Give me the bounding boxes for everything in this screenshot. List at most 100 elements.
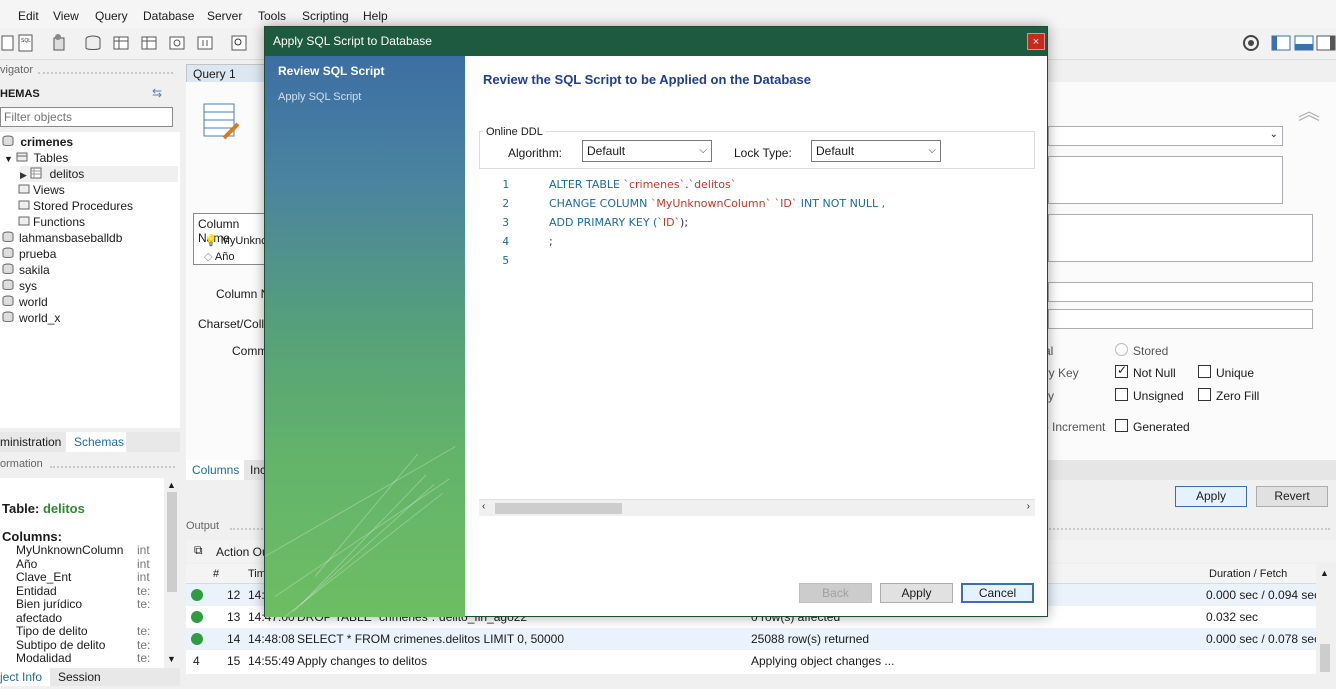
tab-administration[interactable]: ministration: [0, 435, 61, 449]
scroll-up-icon[interactable]: ▲: [167, 480, 176, 490]
tab-label: Query 1: [193, 67, 236, 81]
scroll-down-icon[interactable]: ▼: [167, 654, 176, 664]
close-icon[interactable]: ×: [1027, 33, 1045, 50]
database-icon: [2, 279, 14, 291]
tab-session[interactable]: Session: [58, 670, 101, 684]
information-title: ormation: [0, 458, 43, 470]
schema-tree: crimenes ▼ Tables ▶ delitos Views Stored…: [0, 132, 180, 428]
menu-scripting[interactable]: Scripting: [302, 9, 349, 23]
scroll-up-icon[interactable]: ▲: [1320, 568, 1329, 578]
tab-query-1[interactable]: Query 1: [186, 64, 266, 82]
lock-type-select[interactable]: Default ⌵: [811, 140, 941, 162]
column-name-field[interactable]: [1048, 282, 1313, 302]
menu-database[interactable]: Database: [143, 9, 194, 23]
filter-objects-input[interactable]: [0, 107, 173, 127]
tree-schema-crimenes[interactable]: crimenes: [2, 134, 73, 150]
tab-object-info[interactable]: ject Info: [0, 668, 50, 686]
tree-schema-sys[interactable]: sys: [2, 278, 37, 294]
generated-checkbox[interactable]: [1115, 419, 1128, 432]
columns-grid[interactable]: [1048, 214, 1313, 262]
toggle-sidebar-icon[interactable]: [1271, 33, 1291, 53]
row-message: Applying object changes ...: [751, 654, 895, 668]
expand-down-icon[interactable]: ▼: [4, 154, 13, 164]
chevron-down-icon: ⌵: [699, 145, 707, 156]
algorithm-select[interactable]: Default ⌵: [582, 140, 712, 162]
tree-table-delitos[interactable]: ▶ delitos: [20, 166, 178, 182]
info-columns-list: MyUnknownColumn int Año int Clave_Ent int E…: [16, 543, 164, 666]
sql-horizontal-scrollbar[interactable]: ‹ ›: [479, 499, 1035, 516]
tree-folder-tables[interactable]: ▼ Tables: [4, 150, 68, 166]
row-number: 12: [227, 588, 241, 602]
not-null-checkbox[interactable]: ✓: [1115, 363, 1128, 378]
revert-button[interactable]: Revert: [1256, 486, 1328, 507]
success-icon: [191, 589, 203, 601]
tree-schema-world[interactable]: world: [2, 294, 48, 310]
collapse-icon[interactable]: ︽: [1298, 94, 1320, 126]
info-table-heading: Table: delitos: [2, 501, 85, 516]
tab-columns[interactable]: Columns: [186, 460, 244, 480]
tree-folder-functions[interactable]: Functions: [18, 214, 85, 230]
scroll-thumb[interactable]: [1320, 644, 1330, 672]
folder-views-icon: [18, 183, 30, 195]
zero-fill-checkbox[interactable]: [1198, 388, 1211, 401]
tree-schema-prueba[interactable]: prueba: [2, 246, 56, 262]
column-row[interactable]: ◇ Año: [204, 250, 235, 263]
output-type-select[interactable]: Action Ou: [216, 545, 269, 559]
refresh-icon[interactable]: ⇆: [152, 86, 166, 100]
database-icon: [2, 263, 14, 275]
scroll-thumb[interactable]: [167, 492, 177, 592]
tab-schemas[interactable]: Schemas: [66, 432, 126, 452]
cancel-button[interactable]: Cancel: [961, 583, 1034, 603]
create-schema-icon[interactable]: [83, 33, 103, 53]
row-duration: 0.032 sec: [1206, 610, 1259, 624]
tree-folder-views[interactable]: Views: [18, 182, 65, 198]
settings-icon[interactable]: [1241, 33, 1261, 53]
output-scrollbar[interactable]: ▲: [1316, 564, 1334, 674]
apply-button[interactable]: Apply: [880, 583, 953, 603]
menu-view[interactable]: View: [53, 9, 79, 23]
create-procedure-icon[interactable]: [167, 33, 187, 53]
folder-functions-icon: [18, 215, 30, 227]
collation-select[interactable]: ⌄: [1048, 126, 1283, 146]
step-review-sql: Review SQL Script: [278, 64, 385, 78]
stored-radio[interactable]: [1115, 343, 1128, 356]
column-list[interactable]: Column Name 💡 MyUnknc ◇ Año: [193, 213, 268, 265]
info-scrollbar[interactable]: ▲ ▼: [164, 478, 180, 668]
unique-checkbox[interactable]: [1198, 365, 1211, 378]
sql-script-editor[interactable]: 1 2 3 4 5 ALTER TABLE `crimenes`.`delito…: [479, 175, 1035, 497]
toggle-secondary-sidebar-icon[interactable]: [1316, 33, 1336, 53]
create-table-icon[interactable]: [111, 33, 131, 53]
scroll-right-icon[interactable]: ›: [1027, 501, 1030, 512]
info-column-name: Bien jurídico: [16, 597, 83, 611]
menu-query[interactable]: Query: [95, 9, 128, 23]
create-function-icon[interactable]: [195, 33, 215, 53]
output-row[interactable]: 4 15 14:55:49 Apply changes to delitos A…: [186, 650, 1316, 672]
search-table-icon[interactable]: [229, 33, 249, 53]
scroll-thumb[interactable]: [495, 503, 622, 514]
scroll-left-icon[interactable]: ‹: [482, 501, 485, 512]
menu-help[interactable]: Help: [363, 9, 388, 23]
output-row[interactable]: 14 14:48:08 SELECT * FROM crimenes.delit…: [186, 628, 1320, 650]
back-button[interactable]: Back: [799, 583, 872, 603]
tree-schema-world-x[interactable]: world_x: [2, 310, 60, 326]
menu-server[interactable]: Server: [207, 9, 242, 23]
toggle-output-icon[interactable]: [1294, 33, 1314, 53]
tree-folder-procedures[interactable]: Stored Procedures: [18, 198, 133, 214]
sql-file-icon[interactable]: SQL: [16, 33, 36, 53]
column-row-pk[interactable]: 💡 MyUnknc: [204, 234, 267, 247]
tree-label: world: [19, 295, 48, 309]
apply-changes-button[interactable]: Apply: [1175, 486, 1247, 507]
menu-edit[interactable]: Edit: [18, 9, 39, 23]
create-view-icon[interactable]: [139, 33, 159, 53]
tree-schema-lahmansbaseballdb[interactable]: lahmansbaseballdb: [2, 230, 122, 246]
charset-field[interactable]: [1048, 309, 1313, 329]
expand-right-icon[interactable]: ▶: [20, 170, 27, 180]
inspector-icon[interactable]: [50, 33, 70, 53]
success-icon: [191, 633, 203, 645]
chevron-down-icon: ⌵: [928, 145, 936, 156]
comments-field[interactable]: [1048, 156, 1283, 204]
copy-icon[interactable]: ⧉: [194, 543, 203, 558]
menu-tools[interactable]: Tools: [258, 9, 286, 23]
unsigned-checkbox[interactable]: [1115, 388, 1128, 401]
tree-schema-sakila[interactable]: sakila: [2, 262, 50, 278]
